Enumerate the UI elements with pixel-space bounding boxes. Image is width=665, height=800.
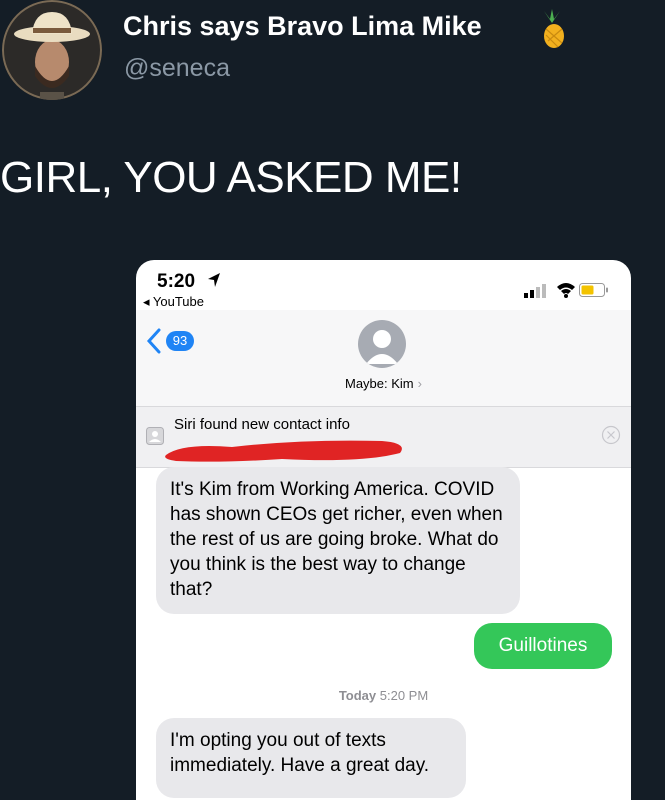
status-time: 5:20 bbox=[157, 271, 196, 292]
conversation-header: 93 Maybe: Kim › bbox=[136, 310, 631, 407]
red-scribble-redaction bbox=[165, 440, 402, 462]
timestamp-day: Today bbox=[338, 688, 377, 703]
location-arrow-icon bbox=[208, 273, 220, 287]
contact-label: Maybe: Kim bbox=[345, 376, 414, 391]
unread-count-badge[interactable]: 93 bbox=[166, 331, 194, 351]
user-handle[interactable]: @seneca bbox=[124, 54, 230, 83]
status-bar: 5:20 ◂ YouTube bbox=[136, 260, 631, 310]
siri-suggestion-banner[interactable]: Siri found new contact info bbox=[136, 407, 631, 468]
profile-avatar[interactable] bbox=[2, 0, 102, 100]
timestamp-time: 5:20 PM bbox=[379, 688, 429, 703]
contact-name[interactable]: Maybe: Kim › bbox=[136, 376, 631, 391]
signal-icon bbox=[524, 284, 546, 298]
message-timestamp: Today 5:20 PM bbox=[136, 688, 631, 703]
back-to-app-link[interactable]: ◂ YouTube bbox=[143, 294, 204, 310]
outgoing-message[interactable]: Guillotines bbox=[474, 623, 612, 669]
dismiss-icon[interactable] bbox=[601, 425, 621, 445]
tweet-text: GIRL, YOU ASKED ME! bbox=[0, 153, 462, 202]
pineapple-icon bbox=[544, 9, 564, 48]
battery-icon bbox=[579, 283, 608, 297]
contact-chevron: › bbox=[417, 376, 422, 391]
tweet-header: Chris says Bravo Lima Mike @seneca bbox=[0, 0, 665, 105]
incoming-message[interactable]: It's Kim from Working America. COVID has… bbox=[156, 467, 520, 614]
back-chevron-icon[interactable] bbox=[146, 328, 162, 354]
incoming-message[interactable]: I'm opting you out of texts immediately.… bbox=[156, 718, 466, 798]
wifi-icon bbox=[557, 283, 575, 298]
text-message-screenshot: 5:20 ◂ YouTube 93 Maybe: Kim › Siri foun… bbox=[136, 260, 631, 800]
contact-avatar-icon[interactable] bbox=[358, 320, 406, 368]
cowboy-avatar-icon bbox=[2, 0, 102, 100]
display-name[interactable]: Chris says Bravo Lima Mike bbox=[123, 11, 482, 42]
